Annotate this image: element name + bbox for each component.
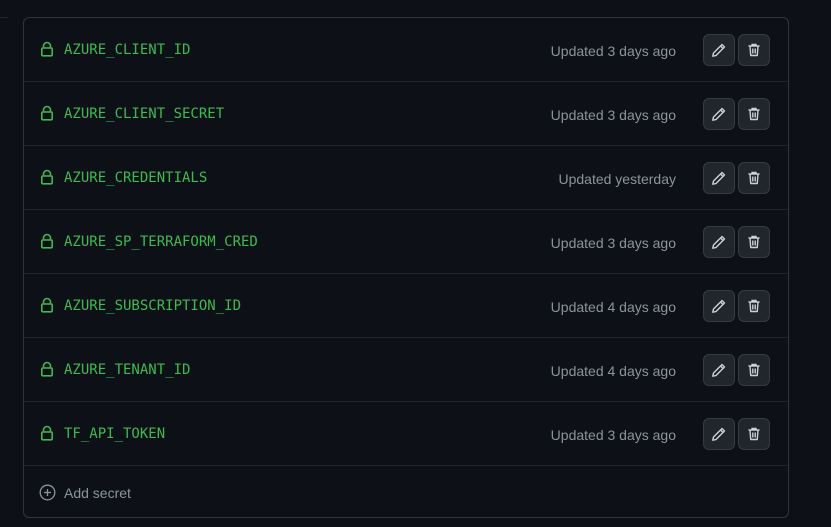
- updated-timestamp: Updated 3 days ago: [550, 107, 676, 123]
- secret-row: AZURE_SP_TERRAFORM_CRED Updated 3 days a…: [24, 210, 788, 274]
- pencil-icon: [712, 235, 726, 249]
- secret-row: TF_API_TOKEN Updated 3 days ago: [24, 402, 788, 466]
- secret-name: AZURE_CLIENT_ID: [64, 42, 191, 58]
- lock-icon: [40, 361, 53, 377]
- secret-name: AZURE_CREDENTIALS: [64, 170, 208, 186]
- secret-name: AZURE_SUBSCRIPTION_ID: [64, 298, 242, 314]
- delete-secret-button[interactable]: [738, 226, 770, 258]
- delete-secret-button[interactable]: [738, 418, 770, 450]
- edit-secret-button[interactable]: [703, 354, 735, 386]
- delete-secret-button[interactable]: [738, 98, 770, 130]
- edit-secret-button[interactable]: [703, 162, 735, 194]
- secrets-list: AZURE_CLIENT_ID Updated 3 days ago AZURE…: [23, 17, 789, 518]
- plus-circle-icon: [39, 484, 56, 501]
- delete-secret-button[interactable]: [738, 290, 770, 322]
- pencil-icon: [712, 299, 726, 313]
- lock-icon: [40, 425, 53, 441]
- lock-icon: [40, 233, 53, 249]
- delete-secret-button[interactable]: [738, 34, 770, 66]
- edit-secret-button[interactable]: [703, 290, 735, 322]
- delete-secret-button[interactable]: [738, 162, 770, 194]
- updated-timestamp: Updated 3 days ago: [550, 43, 676, 59]
- lock-icon: [40, 105, 53, 121]
- edit-secret-button[interactable]: [703, 226, 735, 258]
- trash-icon: [748, 235, 760, 249]
- edit-secret-button[interactable]: [703, 34, 735, 66]
- secret-row: AZURE_TENANT_ID Updated 4 days ago: [24, 338, 788, 402]
- secret-name: TF_API_TOKEN: [64, 426, 166, 442]
- pencil-icon: [712, 363, 726, 377]
- trash-icon: [748, 107, 760, 121]
- lock-icon: [40, 169, 53, 185]
- secret-name: AZURE_TENANT_ID: [64, 362, 191, 378]
- pencil-icon: [712, 171, 726, 185]
- secret-row: AZURE_CLIENT_SECRET Updated 3 days ago: [24, 82, 788, 146]
- trash-icon: [748, 171, 760, 185]
- updated-timestamp: Updated 3 days ago: [550, 235, 676, 251]
- updated-timestamp: Updated 3 days ago: [550, 427, 676, 443]
- pencil-icon: [712, 427, 726, 441]
- pencil-icon: [712, 107, 726, 121]
- secret-row: AZURE_CREDENTIALS Updated yesterday: [24, 146, 788, 210]
- divider: [0, 17, 8, 18]
- trash-icon: [748, 363, 760, 377]
- trash-icon: [748, 427, 760, 441]
- secret-row: AZURE_SUBSCRIPTION_ID Updated 4 days ago: [24, 274, 788, 338]
- trash-icon: [748, 43, 760, 57]
- add-secret-label: Add secret: [64, 485, 131, 501]
- pencil-icon: [712, 43, 726, 57]
- secret-name: AZURE_CLIENT_SECRET: [64, 106, 225, 122]
- secret-row: AZURE_CLIENT_ID Updated 3 days ago: [24, 18, 788, 82]
- lock-icon: [40, 41, 53, 57]
- updated-timestamp: Updated 4 days ago: [550, 299, 676, 315]
- trash-icon: [748, 299, 760, 313]
- add-secret-button[interactable]: Add secret: [24, 466, 788, 517]
- updated-timestamp: Updated yesterday: [558, 171, 676, 187]
- lock-icon: [40, 297, 53, 313]
- edit-secret-button[interactable]: [703, 418, 735, 450]
- delete-secret-button[interactable]: [738, 354, 770, 386]
- secret-name: AZURE_SP_TERRAFORM_CRED: [64, 234, 258, 250]
- edit-secret-button[interactable]: [703, 98, 735, 130]
- updated-timestamp: Updated 4 days ago: [550, 363, 676, 379]
